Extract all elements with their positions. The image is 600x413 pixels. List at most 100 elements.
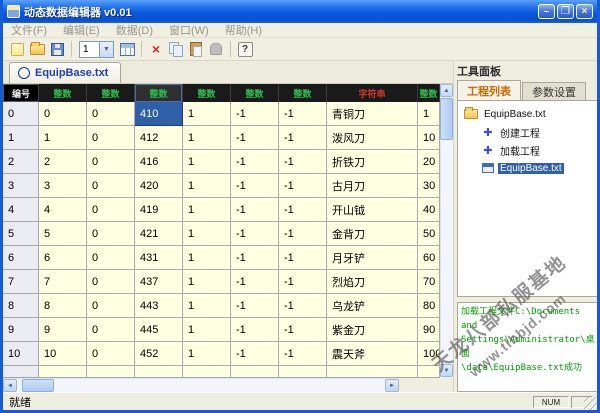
column-header-rownum[interactable]: 编号	[3, 84, 39, 102]
table-button[interactable]	[118, 40, 136, 58]
table-cell[interactable]: 1	[183, 126, 231, 150]
table-cell[interactable]: 1	[183, 318, 231, 342]
close-button[interactable]: ×	[576, 4, 593, 19]
vertical-scrollbar-thumb[interactable]	[440, 98, 453, 140]
menu-item[interactable]: 文件(F)	[3, 22, 55, 38]
table-cell[interactable]: 431	[135, 246, 183, 270]
table-cell[interactable]: 20	[418, 150, 440, 174]
chevron-down-icon[interactable]: ▼	[99, 42, 113, 57]
new-file-button[interactable]	[8, 40, 26, 58]
column-header[interactable]: 整数	[418, 84, 440, 102]
selected-cell[interactable]: 410	[135, 102, 183, 126]
table-cell[interactable]: 1	[183, 294, 231, 318]
panel-close-icon[interactable]: ×	[597, 65, 600, 78]
table-cell[interactable]: 0	[87, 150, 135, 174]
scroll-left-icon[interactable]: ◄	[3, 379, 17, 392]
table-cell[interactable]: 青铜刀	[327, 102, 418, 126]
copy-button[interactable]	[167, 40, 185, 58]
table-cell[interactable]: 0	[87, 246, 135, 270]
help-button[interactable]: ?	[236, 40, 254, 58]
save-button[interactable]	[48, 40, 66, 58]
column-header[interactable]: 整数	[231, 84, 279, 102]
table-cell[interactable]: -1	[279, 294, 327, 318]
table-cell[interactable]: 1	[183, 198, 231, 222]
table-cell[interactable]: 421	[135, 222, 183, 246]
menu-item[interactable]: 数据(D)	[108, 22, 161, 38]
table-cell[interactable]: 9	[39, 318, 87, 342]
row-header[interactable]: 7	[3, 270, 39, 294]
table-cell[interactable]: 1	[183, 246, 231, 270]
log-scroll-down-icon[interactable]: ▼	[597, 379, 600, 391]
table-cell[interactable]: 6	[39, 246, 87, 270]
column-header[interactable]: 字符串	[327, 84, 418, 102]
table-cell[interactable]: -1	[231, 198, 279, 222]
table-cell[interactable]: 90	[418, 318, 440, 342]
tree-item[interactable]: EquipBase.txt	[460, 159, 600, 177]
table-cell[interactable]: 412	[135, 126, 183, 150]
table-cell[interactable]: -1	[279, 174, 327, 198]
table-cell[interactable]: -1	[231, 342, 279, 366]
table-cell[interactable]: 437	[135, 270, 183, 294]
scroll-down-icon[interactable]: ▼	[440, 364, 453, 377]
delete-button[interactable]: ×	[147, 40, 165, 58]
horizontal-scrollbar[interactable]	[3, 378, 399, 392]
table-cell[interactable]: -1	[231, 222, 279, 246]
table-cell[interactable]: 0	[87, 198, 135, 222]
table-cell[interactable]: 0	[87, 270, 135, 294]
stamp-button[interactable]	[207, 40, 225, 58]
table-cell[interactable]: 1	[39, 126, 87, 150]
table-cell[interactable]: 1	[183, 342, 231, 366]
table-cell[interactable]: 50	[418, 222, 440, 246]
table-cell[interactable]: 1	[183, 150, 231, 174]
table-cell[interactable]: 乌龙铲	[327, 294, 418, 318]
row-header[interactable]: 9	[3, 318, 39, 342]
menu-item[interactable]: 帮助(H)	[217, 22, 270, 38]
row-header[interactable]: 1	[3, 126, 39, 150]
row-header[interactable]: 0	[3, 102, 39, 126]
table-cell[interactable]: -1	[231, 102, 279, 126]
open-file-button[interactable]	[28, 40, 46, 58]
scroll-right-icon[interactable]: ►	[385, 379, 399, 392]
menu-item[interactable]: 编辑(E)	[55, 22, 108, 38]
table-cell[interactable]: 紫金刀	[327, 318, 418, 342]
table-cell[interactable]: 7	[39, 270, 87, 294]
table-cell[interactable]: 3	[39, 174, 87, 198]
table-cell[interactable]: 0	[39, 102, 87, 126]
table-cell[interactable]: 折铁刀	[327, 150, 418, 174]
table-cell[interactable]: -1	[231, 294, 279, 318]
table-cell[interactable]: 0	[87, 174, 135, 198]
table-cell[interactable]: -1	[279, 126, 327, 150]
table-cell[interactable]: 开山钺	[327, 198, 418, 222]
row-header[interactable]: 2	[3, 150, 39, 174]
table-cell[interactable]: -1	[279, 150, 327, 174]
table-cell[interactable]: -1	[231, 246, 279, 270]
tab-equipbase[interactable]: EquipBase.txt	[9, 62, 121, 83]
table-cell[interactable]: 1	[418, 102, 440, 126]
table-cell[interactable]: 40	[418, 198, 440, 222]
table-cell[interactable]: -1	[279, 198, 327, 222]
table-cell[interactable]: -1	[279, 102, 327, 126]
table-cell[interactable]: -1	[279, 270, 327, 294]
horizontal-scrollbar-thumb[interactable]	[22, 379, 54, 392]
table-cell[interactable]: 100	[418, 342, 440, 366]
table-cell[interactable]: 古月刀	[327, 174, 418, 198]
column-header[interactable]: 整数	[183, 84, 231, 102]
table-cell[interactable]: 445	[135, 318, 183, 342]
table-cell[interactable]: -1	[279, 246, 327, 270]
tree-item[interactable]: ✚创建工程	[460, 123, 600, 141]
table-cell[interactable]: 452	[135, 342, 183, 366]
column-header[interactable]: 整数	[39, 84, 87, 102]
table-cell[interactable]: 10	[418, 126, 440, 150]
row-header[interactable]: 6	[3, 246, 39, 270]
log-scrollbar-thumb[interactable]	[597, 333, 600, 359]
row-count-input[interactable]	[80, 42, 99, 57]
table-cell[interactable]: 震天斧	[327, 342, 418, 366]
menu-item[interactable]: 窗口(W)	[161, 22, 217, 38]
table-cell[interactable]: 1	[183, 222, 231, 246]
table-cell[interactable]: 30	[418, 174, 440, 198]
minimize-button[interactable]: –	[538, 4, 555, 19]
table-cell[interactable]: 1	[183, 270, 231, 294]
table-cell[interactable]: 0	[87, 102, 135, 126]
table-cell[interactable]: 0	[87, 222, 135, 246]
column-header[interactable]: 整数	[279, 84, 327, 102]
